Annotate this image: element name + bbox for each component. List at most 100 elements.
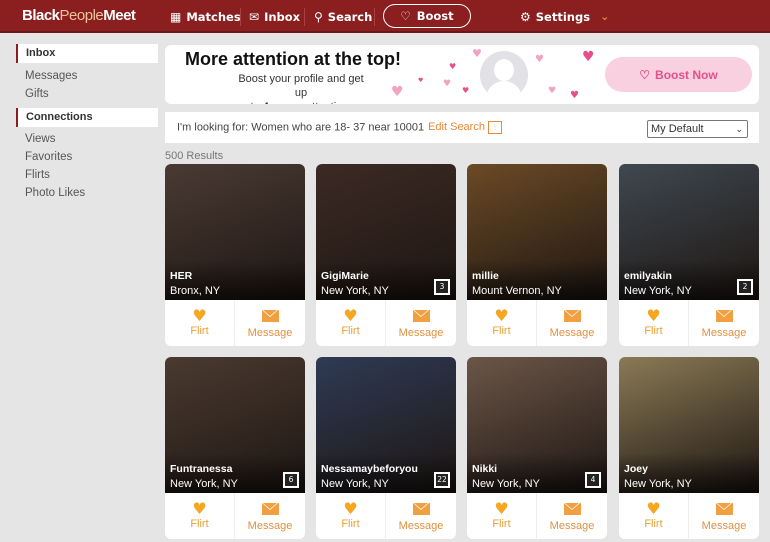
envelope-icon bbox=[412, 503, 430, 515]
profile-name[interactable]: Nikki bbox=[472, 463, 497, 475]
hearts-icon: ♡ bbox=[400, 9, 411, 23]
profile-location: New York, NY bbox=[624, 478, 692, 490]
profile-name[interactable]: HER bbox=[170, 270, 192, 282]
edit-search-link[interactable]: Edit Search bbox=[428, 121, 485, 133]
message-button[interactable]: Message bbox=[689, 300, 759, 346]
flirt-label: Flirt bbox=[644, 518, 663, 530]
sidebar: Inbox Messages Gifts Connections Views F… bbox=[16, 44, 158, 202]
sidebar-item-messages[interactable]: Messages bbox=[16, 67, 158, 85]
flirt-label: Flirt bbox=[341, 325, 360, 337]
profile-card[interactable]: emilyakin New York, NY 2 ♥ Flirt Message bbox=[619, 164, 759, 346]
site-logo[interactable]: BlackPeopleMeet bbox=[22, 7, 136, 24]
profile-name[interactable]: Nessamaybeforyou bbox=[321, 463, 418, 475]
search-icon: ⚲ bbox=[314, 9, 323, 24]
message-button[interactable]: Message bbox=[689, 493, 759, 539]
profile-location: New York, NY bbox=[321, 478, 389, 490]
profile-location: New York, NY bbox=[624, 285, 692, 297]
message-button[interactable]: Message bbox=[537, 493, 607, 539]
nav-inbox[interactable]: ✉ Inbox bbox=[249, 0, 300, 33]
divider bbox=[374, 8, 375, 26]
flirt-button[interactable]: ♥ Flirt bbox=[165, 300, 235, 346]
profile-name[interactable]: emilyakin bbox=[624, 270, 672, 282]
flirt-button[interactable]: ♥ Flirt bbox=[165, 493, 235, 539]
profile-card[interactable]: GigiMarie New York, NY 3 ♥ Flirt Message bbox=[316, 164, 456, 346]
sidebar-item-connections[interactable]: Connections bbox=[16, 108, 158, 127]
sidebar-item-photo-likes[interactable]: Photo Likes bbox=[16, 184, 158, 202]
chevron-down-icon: ⌄ bbox=[600, 10, 610, 23]
heart-icon: ♥ bbox=[535, 54, 544, 65]
boost-button[interactable]: ♡ Boost bbox=[383, 4, 471, 28]
sidebar-item-favorites[interactable]: Favorites bbox=[16, 148, 158, 166]
envelope-icon: ✉ bbox=[249, 9, 260, 24]
flirt-button[interactable]: ♥ Flirt bbox=[316, 493, 386, 539]
photo-count-badge[interactable]: 2 bbox=[737, 279, 753, 295]
divider bbox=[304, 8, 305, 26]
profile-name[interactable]: GigiMarie bbox=[321, 270, 369, 282]
profile-card[interactable]: Joey New York, NY ♥ Flirt Message bbox=[619, 357, 759, 539]
message-label: Message bbox=[549, 327, 595, 339]
profile-card[interactable]: Nessamaybeforyou New York, NY 22 ♥ Flirt Mess… bbox=[316, 357, 456, 539]
flirt-label: Flirt bbox=[644, 325, 663, 337]
heart-icon: ♥ bbox=[462, 86, 470, 95]
flirt-button[interactable]: ♥ Flirt bbox=[316, 300, 386, 346]
message-button[interactable]: Message bbox=[537, 300, 607, 346]
flirt-button[interactable]: ♥ Flirt bbox=[467, 300, 537, 346]
photo-count-badge[interactable]: 22 bbox=[434, 472, 450, 488]
profile-location: Mount Vernon, NY bbox=[472, 285, 562, 297]
message-button[interactable]: Message bbox=[386, 300, 456, 346]
search-criteria-bar: I'm looking for: Women who are 18- 37 ne… bbox=[165, 112, 759, 143]
profile-location: Bronx, NY bbox=[170, 285, 221, 297]
heart-icon: ♥ bbox=[192, 306, 207, 325]
profile-name[interactable]: millie bbox=[472, 270, 499, 282]
flirt-button[interactable]: ♥ Flirt bbox=[619, 493, 689, 539]
profile-name[interactable]: Funtranessa bbox=[170, 463, 232, 475]
heart-icon: ♥ bbox=[582, 49, 595, 65]
heart-icon: ♥ bbox=[548, 86, 557, 96]
banner-title: More attention at the top! bbox=[185, 49, 401, 69]
photo-count-badge[interactable]: 6 bbox=[283, 472, 299, 488]
logo-text: People bbox=[59, 7, 104, 24]
sidebar-item-flirts[interactable]: Flirts bbox=[16, 166, 158, 184]
profile-card[interactable]: millie Mount Vernon, NY ♥ Flirt Message bbox=[467, 164, 607, 346]
nav-search[interactable]: ⚲ Search bbox=[314, 0, 372, 33]
boost-now-label: Boost Now bbox=[655, 67, 718, 82]
envelope-icon bbox=[563, 310, 581, 322]
filter-icon[interactable]: ⫶ bbox=[487, 121, 502, 134]
profile-card[interactable]: Nikki New York, NY 4 ♥ Flirt Message bbox=[467, 357, 607, 539]
heart-icon: ♥ bbox=[192, 499, 207, 518]
heart-icon: ♥ bbox=[494, 499, 509, 518]
banner-text: 4x bbox=[263, 101, 275, 104]
sort-value: My Default bbox=[651, 123, 704, 135]
sort-select[interactable]: My Default ⌄ bbox=[647, 120, 748, 138]
nav-matches[interactable]: ▦ Matches bbox=[170, 0, 241, 33]
heart-icon: ♥ bbox=[449, 62, 457, 71]
divider bbox=[240, 8, 241, 26]
sidebar-item-gifts[interactable]: Gifts bbox=[16, 85, 158, 103]
sidebar-item-inbox[interactable]: Inbox bbox=[16, 44, 158, 63]
message-button[interactable]: Message bbox=[235, 493, 305, 539]
boost-now-button[interactable]: ♡ Boost Now bbox=[605, 57, 752, 92]
profile-card[interactable]: Funtranessa New York, NY 6 ♥ Flirt Message bbox=[165, 357, 305, 539]
message-label: Message bbox=[549, 520, 595, 532]
flirt-label: Flirt bbox=[190, 325, 209, 337]
message-label: Message bbox=[398, 520, 444, 532]
photo-count-badge[interactable]: 4 bbox=[585, 472, 601, 488]
settings-menu[interactable]: ⚙ Settings ⌄ bbox=[520, 0, 609, 33]
envelope-icon bbox=[261, 503, 279, 515]
heart-icon: ♥ bbox=[418, 77, 424, 84]
message-button[interactable]: Message bbox=[386, 493, 456, 539]
message-button[interactable]: Message bbox=[235, 300, 305, 346]
results-count: 500 Results bbox=[165, 150, 224, 162]
profile-name[interactable]: Joey bbox=[624, 463, 648, 475]
heart-icon: ♥ bbox=[391, 84, 404, 100]
flirt-label: Flirt bbox=[341, 518, 360, 530]
profile-card[interactable]: HER Bronx, NY ♥ Flirt Message bbox=[165, 164, 305, 346]
profile-location: New York, NY bbox=[472, 478, 540, 490]
boost-banner: More attention at the top! Boost your pr… bbox=[165, 45, 759, 104]
sidebar-item-views[interactable]: Views bbox=[16, 130, 158, 148]
flirt-button[interactable]: ♥ Flirt bbox=[619, 300, 689, 346]
flirt-button[interactable]: ♥ Flirt bbox=[467, 493, 537, 539]
envelope-icon bbox=[715, 310, 733, 322]
message-label: Message bbox=[701, 327, 747, 339]
photo-count-badge[interactable]: 3 bbox=[434, 279, 450, 295]
